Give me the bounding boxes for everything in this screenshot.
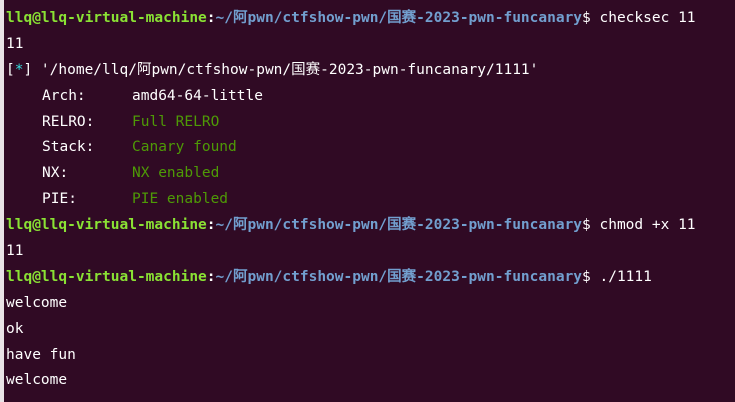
- arch-label: Arch:: [42, 87, 86, 104]
- prompt-line-chmod: llq@llq-virtual-machine:~/阿pwn/ctfshow-p…: [6, 213, 735, 239]
- terminal-output: llq@llq-virtual-machine:~/阿pwn/ctfshow-p…: [6, 6, 735, 394]
- checksec-stack-line: Stack: Canary found: [6, 135, 735, 161]
- terminal-window[interactable]: llq@llq-virtual-machine:~/阿pwn/ctfshow-p…: [0, 0, 735, 402]
- prompt-line-checksec: llq@llq-virtual-machine:~/阿pwn/ctfshow-p…: [6, 6, 735, 32]
- prompt-user-host: llq@llq-virtual-machine: [6, 10, 207, 26]
- prompt-symbol: $: [582, 268, 591, 285]
- pie-value: PIE enabled: [132, 191, 229, 208]
- program-output-line: ok: [6, 317, 735, 343]
- command-text: ./1111: [590, 268, 652, 285]
- command-text: checksec 11: [590, 10, 696, 26]
- output-text: welcome: [6, 294, 68, 311]
- stack-label: Stack:: [42, 139, 95, 156]
- output-text: have fun: [6, 346, 76, 363]
- prompt-path: ~/阿pwn/ctfshow-pwn/国赛-2023-pwn-funcanary: [215, 217, 583, 234]
- pie-label: PIE:: [42, 191, 77, 208]
- arch-value: amd64-64-little: [132, 87, 263, 104]
- prompt-user-host: llq@llq-virtual-machine: [6, 217, 207, 234]
- checksec-pie-line: PIE: PIE enabled: [6, 187, 735, 213]
- checksec-info-line: [*] '/home/llq/阿pwn/ctfshow-pwn/国赛-2023-…: [6, 58, 735, 84]
- info-bracket-open: [: [6, 61, 15, 78]
- prompt-colon: :: [206, 268, 216, 285]
- prompt-path: ~/阿pwn/ctfshow-pwn/国赛-2023-pwn-funcanary: [215, 268, 583, 285]
- program-output-line: welcome: [6, 291, 735, 317]
- relro-label: RELRO:: [42, 113, 95, 130]
- checksec-nx-line: NX: NX enabled: [6, 161, 735, 187]
- prompt-colon: :: [206, 10, 216, 26]
- command-wrap-line: 11: [6, 32, 735, 58]
- output-text: welcome: [6, 372, 68, 389]
- relro-value: Full RELRO: [132, 113, 220, 130]
- checksec-arch-line: Arch: amd64-64-little: [6, 84, 735, 110]
- prompt-line-run: llq@llq-virtual-machine:~/阿pwn/ctfshow-p…: [6, 265, 735, 291]
- info-file-path: '/home/llq/阿pwn/ctfshow-pwn/国赛-2023-pwn-…: [32, 61, 539, 78]
- command-wrap-line: 11: [6, 239, 735, 265]
- program-output-line: have fun: [6, 343, 735, 369]
- command-text: chmod +x 11: [590, 217, 696, 234]
- nx-value: NX enabled: [132, 165, 220, 182]
- prompt-symbol: $: [582, 10, 591, 26]
- command-wrap-text: 11: [6, 35, 24, 52]
- info-bracket-close: ]: [23, 61, 33, 78]
- output-text: ok: [6, 320, 24, 337]
- nx-label: NX:: [42, 165, 69, 182]
- checksec-relro-line: RELRO: Full RELRO: [6, 110, 735, 136]
- prompt-colon: :: [206, 217, 216, 234]
- stack-value: Canary found: [132, 139, 237, 156]
- prompt-user-host: llq@llq-virtual-machine: [6, 268, 207, 285]
- program-output-line: welcome: [6, 368, 735, 394]
- prompt-path: ~/阿pwn/ctfshow-pwn/国赛-2023-pwn-funcanary: [215, 10, 583, 26]
- prompt-symbol: $: [582, 217, 591, 234]
- window-edge-strip: [0, 0, 4, 402]
- command-wrap-text: 11: [6, 243, 24, 260]
